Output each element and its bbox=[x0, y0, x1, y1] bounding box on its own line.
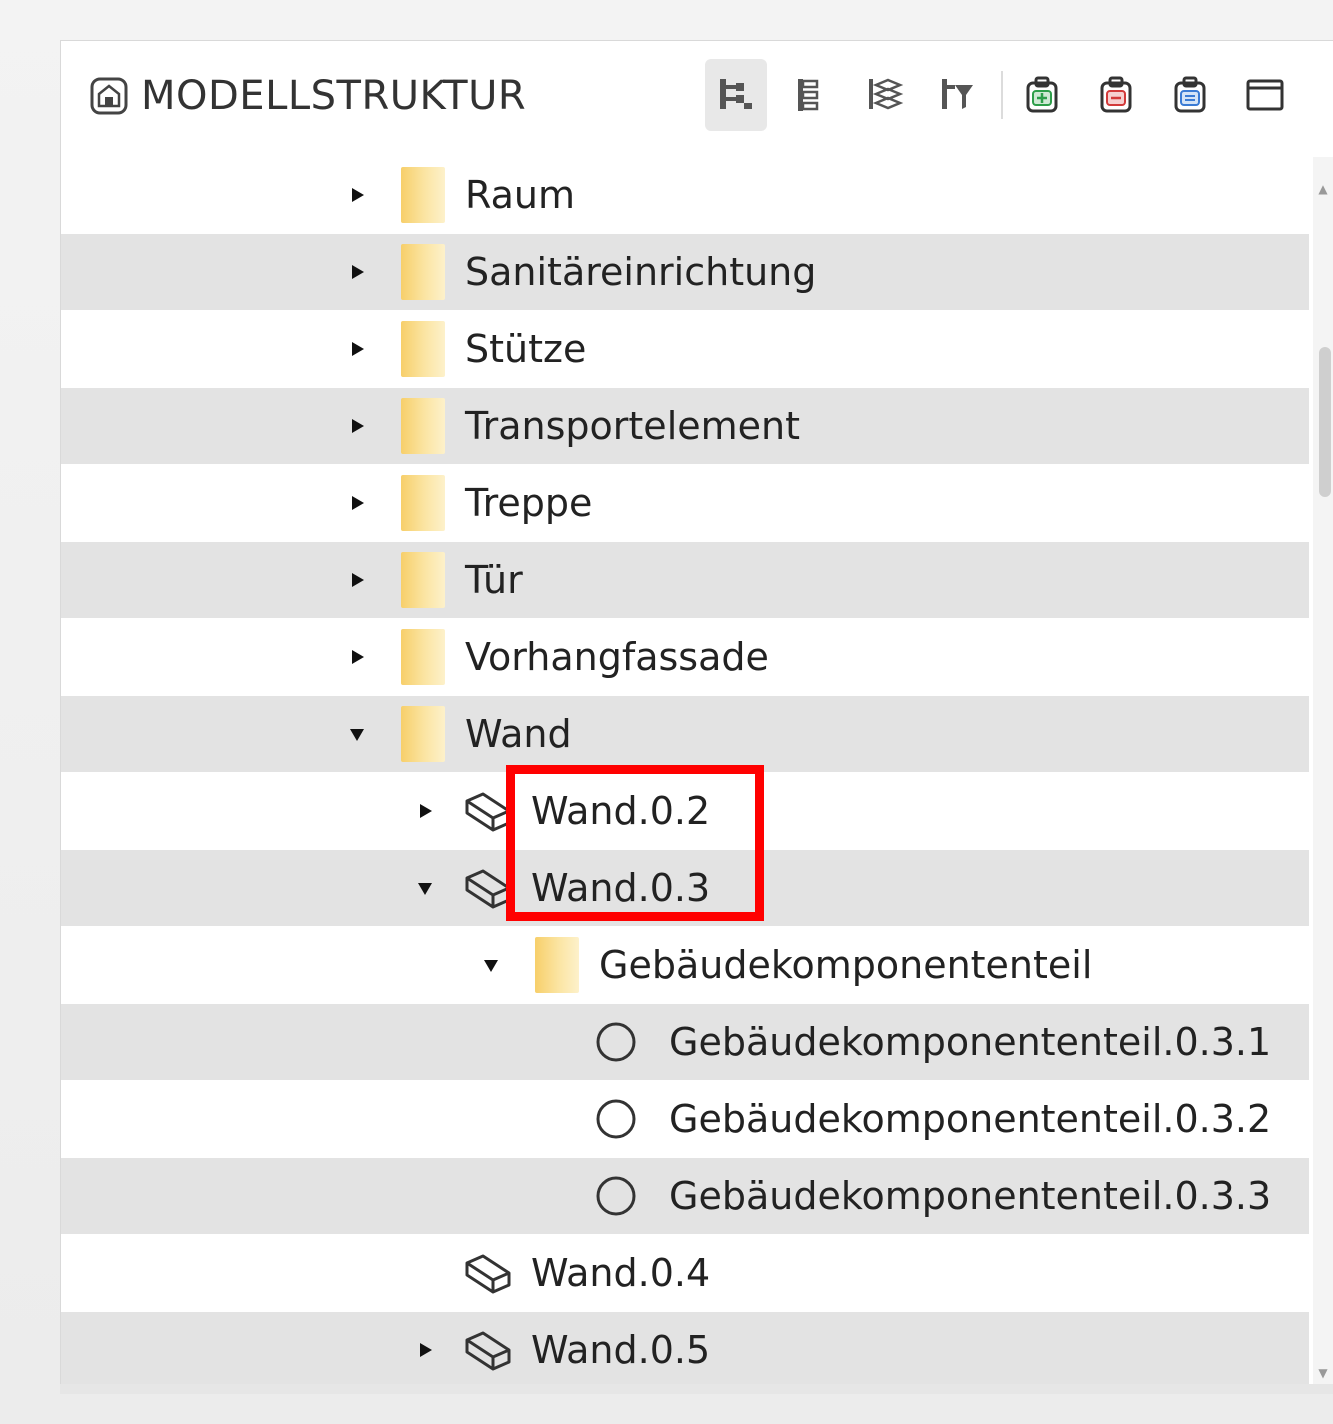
building-model-icon bbox=[90, 77, 128, 115]
tree-row-label: Stütze bbox=[465, 327, 587, 371]
collapse-right-icon[interactable] bbox=[345, 337, 369, 361]
tree-row-label: Tür bbox=[465, 558, 523, 602]
clipboard-remove-button[interactable] bbox=[1085, 59, 1147, 131]
clipboard-list-button[interactable] bbox=[1159, 59, 1221, 131]
wall-element-icon bbox=[465, 792, 511, 832]
window-button[interactable] bbox=[1233, 59, 1295, 131]
tree-row-label: Wand.0.4 bbox=[531, 1251, 711, 1295]
collapse-right-icon[interactable] bbox=[413, 1338, 437, 1362]
panel-header: MODELLSTRUKTUR bbox=[61, 41, 1333, 153]
tree-row[interactable]: Stütze bbox=[61, 311, 1309, 387]
panel-title: MODELLSTRUKTUR bbox=[141, 73, 527, 119]
wall-element-icon bbox=[465, 1331, 511, 1371]
scroll-thumb[interactable] bbox=[1319, 347, 1331, 497]
tree-row-label: Wand.0.3 bbox=[531, 866, 711, 910]
tree-row[interactable]: Sanitäreinrichtung bbox=[61, 234, 1309, 310]
wall-element-icon bbox=[465, 869, 511, 909]
tree-row[interactable]: Wand.0.3 bbox=[61, 850, 1309, 926]
expand-down-icon[interactable] bbox=[413, 876, 437, 900]
tree-row-label: Vorhangfassade bbox=[465, 635, 769, 679]
tree-flat-icon bbox=[798, 79, 819, 111]
folder-icon bbox=[535, 937, 579, 993]
tree-row-label: Wand.0.5 bbox=[531, 1328, 711, 1372]
tree-filter-button[interactable] bbox=[927, 59, 989, 131]
model-tree: Raum Sanitäreinrichtung Stütze Transportele… bbox=[61, 157, 1309, 1385]
panel-bottom-edge bbox=[60, 1384, 1333, 1394]
scroll-up-icon[interactable]: ▲ bbox=[1317, 181, 1329, 197]
folder-icon bbox=[401, 321, 445, 377]
tree-row-label: Gebäudekomponententeil bbox=[599, 943, 1093, 987]
collapse-right-icon[interactable] bbox=[345, 183, 369, 207]
screen-background: MODELLSTRUKTUR Raum Sanitäreinrichtung S… bbox=[0, 0, 1333, 1424]
tree-filter-icon bbox=[942, 79, 973, 109]
collapse-right-icon[interactable] bbox=[345, 414, 369, 438]
folder-icon bbox=[401, 629, 445, 685]
collapse-right-icon[interactable] bbox=[345, 568, 369, 592]
tree-row[interactable]: Raum bbox=[61, 157, 1309, 233]
model-structure-panel: MODELLSTRUKTUR Raum Sanitäreinrichtung S… bbox=[60, 40, 1333, 1392]
collapse-right-icon[interactable] bbox=[413, 799, 437, 823]
scroll-down-icon[interactable]: ▼ bbox=[1317, 1365, 1329, 1381]
tree-row-label: Transportelement bbox=[465, 404, 801, 448]
folder-icon bbox=[401, 167, 445, 223]
part-circle-icon bbox=[596, 1099, 636, 1139]
folder-icon bbox=[401, 706, 445, 762]
tree-row[interactable]: Wand.0.4 bbox=[61, 1235, 1309, 1311]
panel-toolbar bbox=[705, 55, 1295, 135]
clipboard-remove-icon bbox=[1100, 76, 1132, 113]
clipboard-list-icon bbox=[1174, 76, 1206, 113]
clipboard-add-button[interactable] bbox=[1011, 59, 1073, 131]
panel-title-group: MODELLSTRUKTUR bbox=[89, 73, 526, 119]
tree-row[interactable]: Gebäudekomponententeil.0.3.1 bbox=[61, 1004, 1309, 1080]
tree-row[interactable]: Wand.0.5 bbox=[61, 1312, 1309, 1385]
folder-icon bbox=[401, 398, 445, 454]
part-circle-icon bbox=[596, 1176, 636, 1216]
tree-row-label: Wand.0.2 bbox=[531, 789, 711, 833]
tree-row-label: Gebäudekomponententeil.0.3.3 bbox=[669, 1174, 1272, 1218]
tree-row-label: Raum bbox=[465, 173, 575, 217]
tree-row-label: Wand bbox=[465, 712, 572, 756]
layers-tree-button[interactable] bbox=[853, 59, 915, 131]
tree-row[interactable]: Tür bbox=[61, 542, 1309, 618]
wall-element-icon bbox=[465, 1254, 511, 1294]
tree-row[interactable]: Vorhangfassade bbox=[61, 619, 1309, 695]
collapse-right-icon[interactable] bbox=[345, 491, 369, 515]
toolbar-separator bbox=[1001, 71, 1003, 119]
expand-down-icon[interactable] bbox=[479, 953, 503, 977]
tree-row[interactable]: Wand.0.2 bbox=[61, 773, 1309, 849]
window-icon bbox=[1246, 79, 1284, 111]
tree-row-label: Gebäudekomponententeil.0.3.1 bbox=[669, 1020, 1272, 1064]
folder-icon bbox=[401, 475, 445, 531]
tree-row[interactable]: Treppe bbox=[61, 465, 1309, 541]
collapse-right-icon[interactable] bbox=[345, 260, 369, 284]
tree-hierarchy-icon bbox=[720, 79, 752, 109]
tree-row[interactable]: Gebäudekomponententeil.0.3.3 bbox=[61, 1158, 1309, 1234]
folder-icon bbox=[401, 244, 445, 300]
tree-flat-button[interactable] bbox=[779, 59, 841, 131]
clipboard-add-icon bbox=[1026, 76, 1058, 113]
part-circle-icon bbox=[596, 1022, 636, 1062]
tree-row[interactable]: Wand bbox=[61, 696, 1309, 772]
collapse-right-icon[interactable] bbox=[345, 645, 369, 669]
tree-row[interactable]: Gebäudekomponententeil bbox=[61, 927, 1309, 1003]
layers-tree-icon bbox=[869, 78, 904, 110]
tree-row[interactable]: Gebäudekomponententeil.0.3.2 bbox=[61, 1081, 1309, 1157]
expand-down-icon[interactable] bbox=[345, 722, 369, 746]
tree-hierarchy-button[interactable] bbox=[705, 59, 767, 131]
tree-row-label: Treppe bbox=[465, 481, 593, 525]
tree-row-label: Gebäudekomponententeil.0.3.2 bbox=[669, 1097, 1272, 1141]
vertical-scrollbar[interactable]: ▲ ▼ bbox=[1313, 157, 1333, 1385]
tree-row[interactable]: Transportelement bbox=[61, 388, 1309, 464]
folder-icon bbox=[401, 552, 445, 608]
tree-row-label: Sanitäreinrichtung bbox=[465, 250, 817, 294]
